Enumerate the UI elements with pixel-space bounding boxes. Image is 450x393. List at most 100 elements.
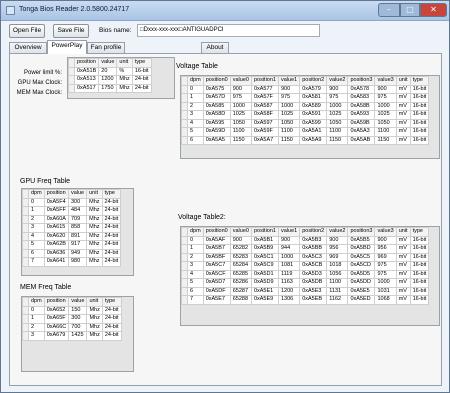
table-cell[interactable]: 1100 bbox=[326, 127, 349, 137]
table-cell[interactable]: 1031 bbox=[374, 286, 397, 296]
table-cell[interactable]: 944 bbox=[277, 244, 301, 254]
column-header[interactable]: position0 bbox=[202, 227, 231, 237]
table-cell[interactable]: 0xA60A bbox=[43, 214, 69, 224]
table-cell[interactable]: 24-bit bbox=[101, 305, 122, 315]
column-header[interactable]: value bbox=[68, 297, 88, 307]
table-cell[interactable]: 969 bbox=[374, 252, 397, 262]
table-cell[interactable]: 0xA599 bbox=[299, 118, 328, 128]
column-header[interactable]: unit bbox=[116, 58, 133, 68]
table-cell[interactable]: 65286 bbox=[229, 278, 252, 288]
table-row[interactable]: 0 0xA5F4 300 Mhz 24-bit bbox=[22, 197, 122, 207]
table-row[interactable]: 3 0xA5C7 65284 0xA5C9 1081 0xA5CB 1018 0xA5CD 97… bbox=[181, 261, 430, 271]
table-cell[interactable]: mV bbox=[395, 244, 411, 254]
table-cell[interactable]: 16-bit bbox=[409, 295, 430, 305]
table-cell[interactable]: 1150 bbox=[374, 135, 397, 145]
table-row[interactable]: 2 0xA66C 700 Mhz 24-bit bbox=[22, 322, 122, 332]
table-cell[interactable]: 1 bbox=[28, 206, 45, 216]
table-cell[interactable]: 0xA5B5 bbox=[347, 235, 376, 245]
column-header[interactable]: value1 bbox=[277, 227, 301, 237]
table-cell[interactable]: 0xA577 bbox=[250, 84, 279, 94]
table-cell[interactable]: 24-bit bbox=[101, 331, 122, 341]
table-cell[interactable]: Mhz bbox=[86, 197, 103, 207]
table-cell[interactable]: 1025 bbox=[229, 110, 252, 120]
table-cell[interactable]: 16-bit bbox=[409, 278, 430, 288]
table-row[interactable]: 0 0xA575 900 0xA577 900 0xA579 900 0xA578 900 mV 1… bbox=[181, 84, 430, 94]
table-cell[interactable]: 16-bit bbox=[409, 101, 430, 111]
table-cell[interactable]: 975 bbox=[229, 93, 252, 103]
table-row[interactable]: 7 0xA641 980 Mhz 24-bit bbox=[22, 257, 122, 267]
table-cell[interactable]: 0xA578 bbox=[347, 84, 376, 94]
table-row[interactable]: 6 0xA636 949 Mhz 24-bit bbox=[22, 248, 122, 258]
table-cell[interactable]: 1050 bbox=[326, 118, 349, 128]
table-cell[interactable]: 1068 bbox=[374, 295, 397, 305]
table-cell[interactable]: Mhz bbox=[86, 331, 103, 341]
table-cell[interactable]: 0xA5BB bbox=[299, 244, 328, 254]
table-cell[interactable]: 2 bbox=[187, 252, 204, 262]
table-cell[interactable]: 0xA5CF bbox=[202, 269, 231, 279]
column-header[interactable]: position bbox=[43, 189, 69, 199]
table-cell[interactable]: 0xA641 bbox=[43, 257, 69, 267]
table-row[interactable]: 4 0xA595 1050 0xA597 1050 0xA599 1050 0xA59B 105… bbox=[181, 118, 430, 128]
table-cell[interactable]: 975 bbox=[374, 261, 397, 271]
table-cell[interactable]: 5 bbox=[28, 240, 45, 250]
column-header[interactable]: value0 bbox=[229, 76, 252, 86]
table-cell[interactable]: 24-bit bbox=[101, 322, 122, 332]
table-cell[interactable]: 3 bbox=[28, 223, 45, 233]
table-cell[interactable]: 0xA62B bbox=[43, 240, 69, 250]
table-cell[interactable]: 16-bit bbox=[409, 286, 430, 296]
column-header[interactable]: value3 bbox=[374, 76, 397, 86]
table-cell[interactable]: mV bbox=[395, 269, 411, 279]
table-cell[interactable]: 0xA5D9 bbox=[250, 278, 279, 288]
column-header[interactable]: value bbox=[98, 58, 118, 68]
column-header[interactable]: unit bbox=[395, 227, 411, 237]
table-cell[interactable]: 0xA5E3 bbox=[299, 286, 328, 296]
column-header[interactable]: position bbox=[43, 297, 70, 307]
maximize-button[interactable]: □ bbox=[400, 3, 420, 17]
table-row[interactable]: 3 0xA615 858 Mhz 24-bit bbox=[22, 223, 122, 233]
table-cell[interactable]: 0xA5D1 bbox=[250, 269, 279, 279]
table-cell[interactable]: 5 bbox=[187, 278, 204, 288]
table-cell[interactable]: 24-bit bbox=[101, 206, 122, 216]
column-header[interactable]: type bbox=[409, 76, 430, 86]
table-cell[interactable]: 0xA679 bbox=[43, 331, 70, 341]
column-header[interactable]: value0 bbox=[229, 227, 252, 237]
column-header[interactable]: unit bbox=[395, 76, 411, 86]
column-header[interactable]: type bbox=[101, 189, 122, 199]
tab-fan-profile[interactable]: Fan profile bbox=[87, 42, 125, 53]
table-cell[interactable]: 300 bbox=[67, 197, 88, 207]
table-cell[interactable]: 1000 bbox=[374, 101, 397, 111]
table-cell[interactable]: 1162 bbox=[326, 295, 349, 305]
tab-powerplay[interactable]: PowerPlay bbox=[47, 40, 87, 54]
table-cell[interactable]: 16-bit bbox=[409, 84, 430, 94]
voltage-table2[interactable]: dpm position0 value0 position1 value1 po… bbox=[180, 226, 440, 326]
table-cell[interactable]: 65283 bbox=[229, 252, 252, 262]
table-cell[interactable]: 0xA5C5 bbox=[347, 252, 376, 262]
table-row[interactable]: 5 0xA5D7 65286 0xA5D9 1163 0xA5DB 1100 0xA5DD 10… bbox=[181, 278, 430, 288]
column-header[interactable]: value2 bbox=[326, 76, 349, 86]
table-cell[interactable]: 0xA581 bbox=[299, 93, 328, 103]
table-cell[interactable]: 1000 bbox=[326, 101, 349, 111]
table-cell[interactable]: 0xA517 bbox=[73, 83, 100, 93]
column-header[interactable]: position1 bbox=[250, 76, 279, 86]
table-cell[interactable]: 891 bbox=[67, 231, 88, 241]
table-cell[interactable]: 65287 bbox=[229, 286, 252, 296]
table-row[interactable]: 3 0xA679 1425 Mhz 24-bit bbox=[22, 331, 122, 341]
table-cell[interactable]: 0xA5DF bbox=[202, 286, 231, 296]
table-cell[interactable]: 2 bbox=[28, 322, 45, 332]
table-cell[interactable]: 0xA5BD bbox=[347, 244, 376, 254]
table-cell[interactable]: 4 bbox=[187, 118, 204, 128]
table-cell[interactable]: 0xA58B bbox=[347, 101, 376, 111]
table-row[interactable]: 5 0xA59D 1100 0xA59F 1100 0xA5A1 1100 0xA5A3 110… bbox=[181, 127, 430, 137]
table-cell[interactable]: 3 bbox=[28, 331, 45, 341]
table-cell[interactable]: 16-bit bbox=[409, 127, 430, 137]
table-cell[interactable]: mV bbox=[395, 110, 411, 120]
table-cell[interactable]: 0xA5BF bbox=[202, 252, 231, 262]
table-cell[interactable]: 1150 bbox=[277, 135, 301, 145]
table-cell[interactable]: 16-bit bbox=[409, 252, 430, 262]
table-cell[interactable]: 1 bbox=[187, 93, 204, 103]
table-cell[interactable]: 975 bbox=[277, 93, 301, 103]
table-row[interactable]: 2 0xA60A 709 Mhz 24-bit bbox=[22, 214, 122, 224]
table-row[interactable]: 0 0xA652 150 Mhz 24-bit bbox=[22, 305, 122, 315]
table-cell[interactable]: 0xA5E7 bbox=[202, 295, 231, 305]
table-row[interactable]: 1 0xA5FF 484 Mhz 24-bit bbox=[22, 206, 122, 216]
